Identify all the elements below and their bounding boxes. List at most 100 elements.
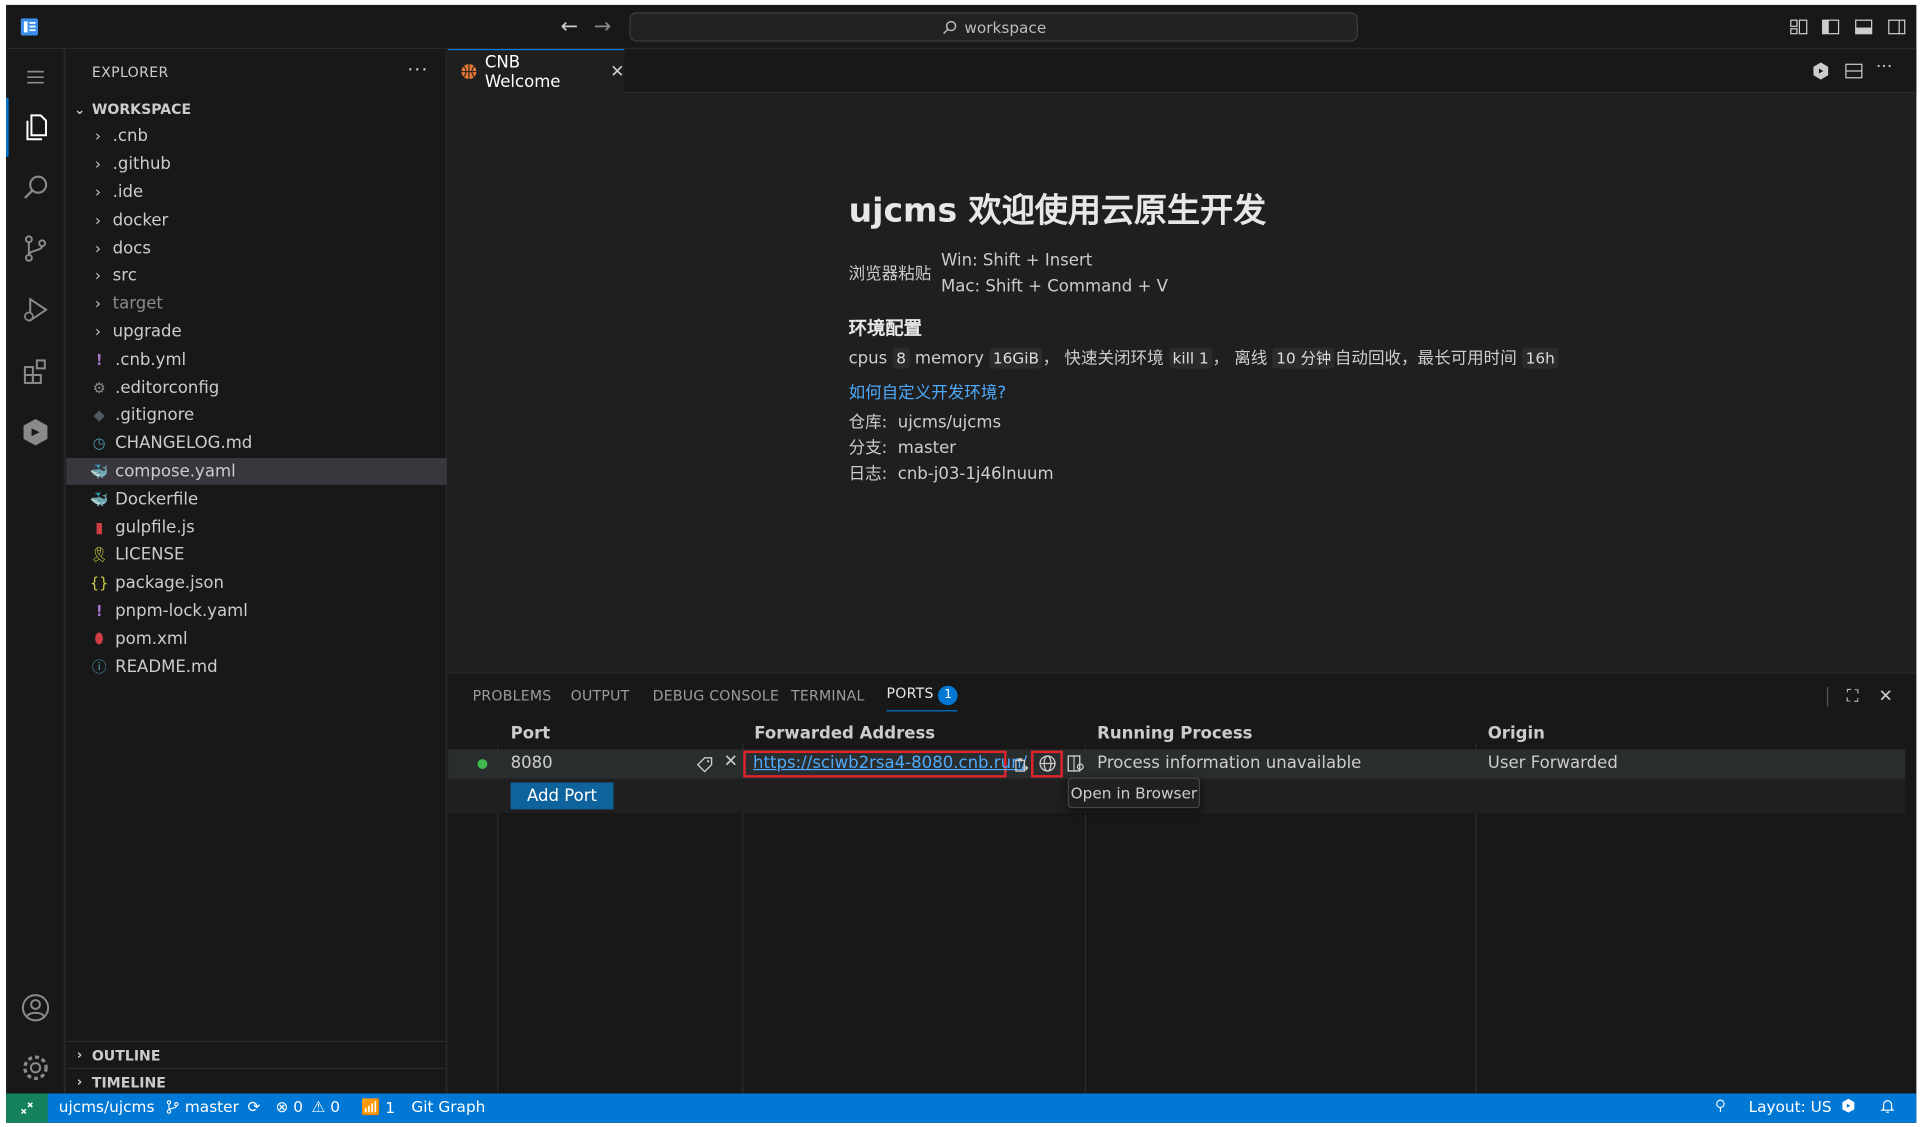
command-center-label: workspace — [964, 17, 1047, 37]
status-keyboard-layout[interactable]: Layout: US — [1749, 1097, 1832, 1115]
preview-in-editor-icon[interactable] — [1067, 754, 1085, 772]
status-branch[interactable]: master ⟳ — [165, 1097, 260, 1116]
warning-icon: ⚠ — [311, 1097, 326, 1116]
tree-item-label: .github — [112, 154, 171, 175]
status-repo[interactable]: ujcms/ujcms — [59, 1097, 155, 1115]
tree-folder-upgrade[interactable]: › upgrade — [66, 318, 447, 346]
tree-item-label: .cnb — [112, 126, 148, 147]
layout-label: Layout: US — [1748, 1097, 1832, 1116]
broadcast-icon: 📶 — [361, 1097, 381, 1116]
extensions-icon[interactable] — [6, 342, 65, 401]
source-control-icon[interactable] — [6, 219, 65, 278]
basketball-icon — [461, 64, 477, 80]
run-and-debug-icon[interactable] — [6, 280, 65, 339]
tab-cnb-welcome[interactable]: CNB Welcome ✕ — [448, 48, 625, 94]
maven-file-icon: ⬮ — [94, 629, 104, 647]
workspace-section-header[interactable]: ⌄ WORKSPACE — [66, 96, 447, 123]
copy-address-icon[interactable] — [1013, 756, 1030, 774]
tree-file-gitignore[interactable]: ◆ .gitignore — [66, 402, 447, 430]
lightbulb-icon[interactable] — [1713, 1097, 1728, 1114]
cnb-action-icon[interactable] — [1811, 61, 1831, 81]
maximize-panel-icon[interactable]: ⛶ — [1843, 687, 1863, 707]
tree-item-label: src — [112, 266, 137, 286]
status-git-graph[interactable]: Git Graph — [411, 1097, 485, 1115]
cpus-label: cpus — [848, 348, 888, 369]
search-icon — [942, 20, 956, 34]
split-editor-icon[interactable] — [1844, 61, 1864, 81]
toggle-panel-icon[interactable] — [1854, 17, 1874, 37]
close-panel-icon[interactable]: ✕ — [1876, 687, 1896, 707]
tree-folder-cnb[interactable]: › .cnb — [66, 122, 447, 150]
more-actions-icon[interactable]: ··· — [407, 59, 428, 81]
port-value[interactable]: 8080 — [511, 753, 553, 773]
tree-file-editorconfig[interactable]: ⚙ .editorconfig — [66, 374, 447, 402]
accounts-icon[interactable] — [6, 978, 65, 1037]
tree-file-dockerfile[interactable]: 🐳 Dockerfile — [66, 485, 447, 513]
command-center-search[interactable]: workspace — [629, 12, 1358, 42]
repo-line: 仓库: ujcms/ujcms — [849, 410, 1706, 436]
tree-file-pnpm-lock[interactable]: ! pnpm-lock.yaml — [66, 597, 447, 625]
label-tag-icon[interactable] — [696, 756, 714, 774]
customize-env-link[interactable]: 如何自定义开发环境? — [849, 378, 1007, 403]
explorer-icon[interactable] — [6, 97, 65, 157]
forward-arrow-icon[interactable]: → — [590, 15, 614, 39]
table-row[interactable]: 8080 ✕ https://sciwb2rsa4-8080.cnb.run/ … — [448, 749, 1906, 779]
tree-folder-docker[interactable]: › docker — [66, 206, 447, 234]
log-value: cnb-j03-1j46lnuum — [897, 464, 1054, 484]
customize-layout-icon[interactable] — [1789, 17, 1809, 37]
tree-folder-docs[interactable]: › docs — [66, 234, 447, 262]
search-icon[interactable] — [6, 158, 65, 217]
timeline-section-header[interactable]: › TIMELINE — [66, 1067, 447, 1095]
tree-file-compose-yaml[interactable]: 🐳 compose.yaml — [66, 457, 447, 486]
tree-item-label: .gitignore — [115, 405, 195, 426]
chevron-right-icon: › — [95, 183, 101, 201]
offline-value: 10 分钟 — [1272, 347, 1335, 369]
tab-problems[interactable]: PROBLEMS — [473, 687, 552, 704]
tree-folder-github[interactable]: › .github — [66, 150, 447, 178]
tree-file-cnb-yml[interactable]: ! .cnb.yml — [66, 346, 447, 374]
cnb-status-icon[interactable] — [1840, 1097, 1856, 1114]
tree-item-label: .editorconfig — [115, 377, 220, 398]
chevron-down-icon: ⌄ — [73, 101, 86, 117]
tree-folder-ide[interactable]: › .ide — [66, 178, 447, 206]
branch-line: 分支: master — [849, 436, 1706, 462]
outline-section-header[interactable]: › OUTLINE — [66, 1040, 447, 1068]
toggle-primary-sidebar-icon[interactable] — [1821, 17, 1841, 37]
tree-item-label: CHANGELOG.md — [115, 433, 253, 454]
settings-gear-icon[interactable] — [6, 1038, 65, 1097]
log-line: 日志: cnb-j03-1j46lnuum — [849, 462, 1706, 488]
tab-output[interactable]: OUTPUT — [571, 687, 630, 704]
app-logo-icon — [20, 18, 38, 36]
sync-icon[interactable]: ⟳ — [247, 1097, 260, 1115]
notifications-bell-icon[interactable] — [1880, 1097, 1896, 1114]
tree-folder-target[interactable]: › target — [66, 290, 447, 318]
tree-file-readme[interactable]: ⓘ README.md — [66, 653, 447, 681]
globe-icon[interactable] — [1038, 754, 1056, 772]
status-ports[interactable]: 📶 1 — [361, 1097, 395, 1117]
toggle-secondary-sidebar-icon[interactable] — [1887, 17, 1907, 37]
tab-ports[interactable]: PORTS 1 — [886, 684, 959, 712]
tree-file-pom-xml[interactable]: ⬮ pom.xml — [66, 625, 447, 653]
tab-debug-console[interactable]: DEBUG CONSOLE — [653, 687, 780, 704]
title-bar: ← → workspace — [6, 4, 1917, 49]
more-actions-icon[interactable]: ··· — [1876, 58, 1896, 78]
forwarded-address-link[interactable]: https://sciwb2rsa4-8080.cnb.run/ — [753, 753, 1027, 773]
repo-name: ujcms/ujcms — [58, 1097, 155, 1116]
tree-folder-src[interactable]: › src — [66, 262, 447, 290]
tree-file-gulpfile[interactable]: ▮ gulpfile.js — [66, 513, 447, 541]
tree-item-label: .cnb.yml — [115, 349, 187, 370]
tree-file-changelog[interactable]: ◷ CHANGELOG.md — [66, 430, 447, 458]
tab-terminal[interactable]: TERMINAL — [791, 687, 865, 704]
log-label: 日志: — [848, 464, 888, 484]
tree-file-package-json[interactable]: {} package.json — [66, 569, 447, 597]
remote-indicator[interactable] — [6, 1093, 48, 1123]
stop-forwarding-close-icon[interactable]: ✕ — [724, 752, 738, 772]
back-arrow-icon[interactable]: ← — [557, 15, 581, 39]
tree-file-license[interactable]: 🎗 LICENSE — [66, 541, 447, 569]
close-icon[interactable]: ✕ — [610, 62, 624, 82]
status-problems[interactable]: ⊗ 0 ⚠ 0 — [276, 1097, 340, 1115]
vscode-window: ← → workspace EXPLORER ··· ⌄ WORKSPACE ›… — [6, 4, 1917, 1123]
add-port-button[interactable]: Add Port — [510, 782, 614, 810]
tree-item-label: package.json — [115, 573, 224, 593]
cnb-icon[interactable] — [6, 403, 65, 462]
